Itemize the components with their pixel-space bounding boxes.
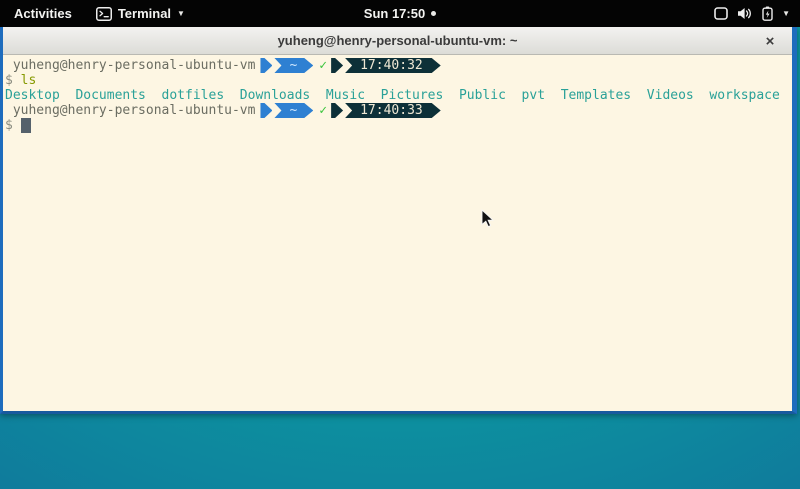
clock[interactable]: Sun 17:50 [364,6,425,21]
typed-command: ls [21,73,37,88]
input-line[interactable]: $ [5,118,792,133]
system-status-area[interactable]: ▼ [704,0,800,27]
app-menu-label: Terminal [118,6,171,21]
prompt-host: yuheng@henry-personal-ubuntu-vm [5,103,255,118]
gnome-top-bar: Activities Terminal ▼ Sun 17:50 [0,0,800,27]
app-menu-terminal[interactable]: Terminal ▼ [86,0,195,27]
command-line: $ ls [5,73,792,88]
notification-dot [431,11,436,16]
volume-icon [737,7,753,20]
prompt-path-segment: ~ [274,58,313,73]
prompt-line-2: yuheng@henry-personal-ubuntu-vm ~ ✓ 17:4… [5,103,792,118]
text-cursor [21,118,31,133]
powerline-arrow-icon [331,103,343,118]
powerline-arrow-icon [260,103,272,118]
display-icon [714,7,728,20]
mouse-cursor-icon [481,209,494,228]
desktop: Activities Terminal ▼ Sun 17:50 [0,0,800,489]
battery-charging-icon [762,6,773,21]
prompt-line-1: yuheng@henry-personal-ubuntu-vm ~ ✓ 17:4… [5,58,792,73]
prompt-path-segment: ~ [274,103,313,118]
check-icon: ✓ [319,58,327,73]
terminal-window: yuheng@henry-personal-ubuntu-vm: ~ × yuh… [0,27,797,414]
prompt-dollar: $ [5,73,13,88]
terminal-content[interactable]: yuheng@henry-personal-ubuntu-vm ~ ✓ 17:4… [3,55,792,411]
activities-button[interactable]: Activities [0,0,86,27]
close-button[interactable]: × [760,31,780,51]
window-titlebar[interactable]: yuheng@henry-personal-ubuntu-vm: ~ × [3,27,792,55]
powerline-arrow-icon [260,58,272,73]
chevron-down-icon: ▼ [177,10,185,18]
check-icon: ✓ [319,103,327,118]
prompt-dollar: $ [5,118,13,133]
window-title: yuheng@henry-personal-ubuntu-vm: ~ [278,33,518,48]
prompt-time-segment: 17:40:33 [345,103,441,118]
prompt-time-segment: 17:40:32 [345,58,441,73]
ls-output: Desktop Documents dotfiles Downloads Mus… [5,88,792,103]
terminal-app-icon [96,7,112,21]
prompt-host: yuheng@henry-personal-ubuntu-vm [5,58,255,73]
chevron-down-icon: ▼ [782,10,790,18]
powerline-arrow-icon [331,58,343,73]
